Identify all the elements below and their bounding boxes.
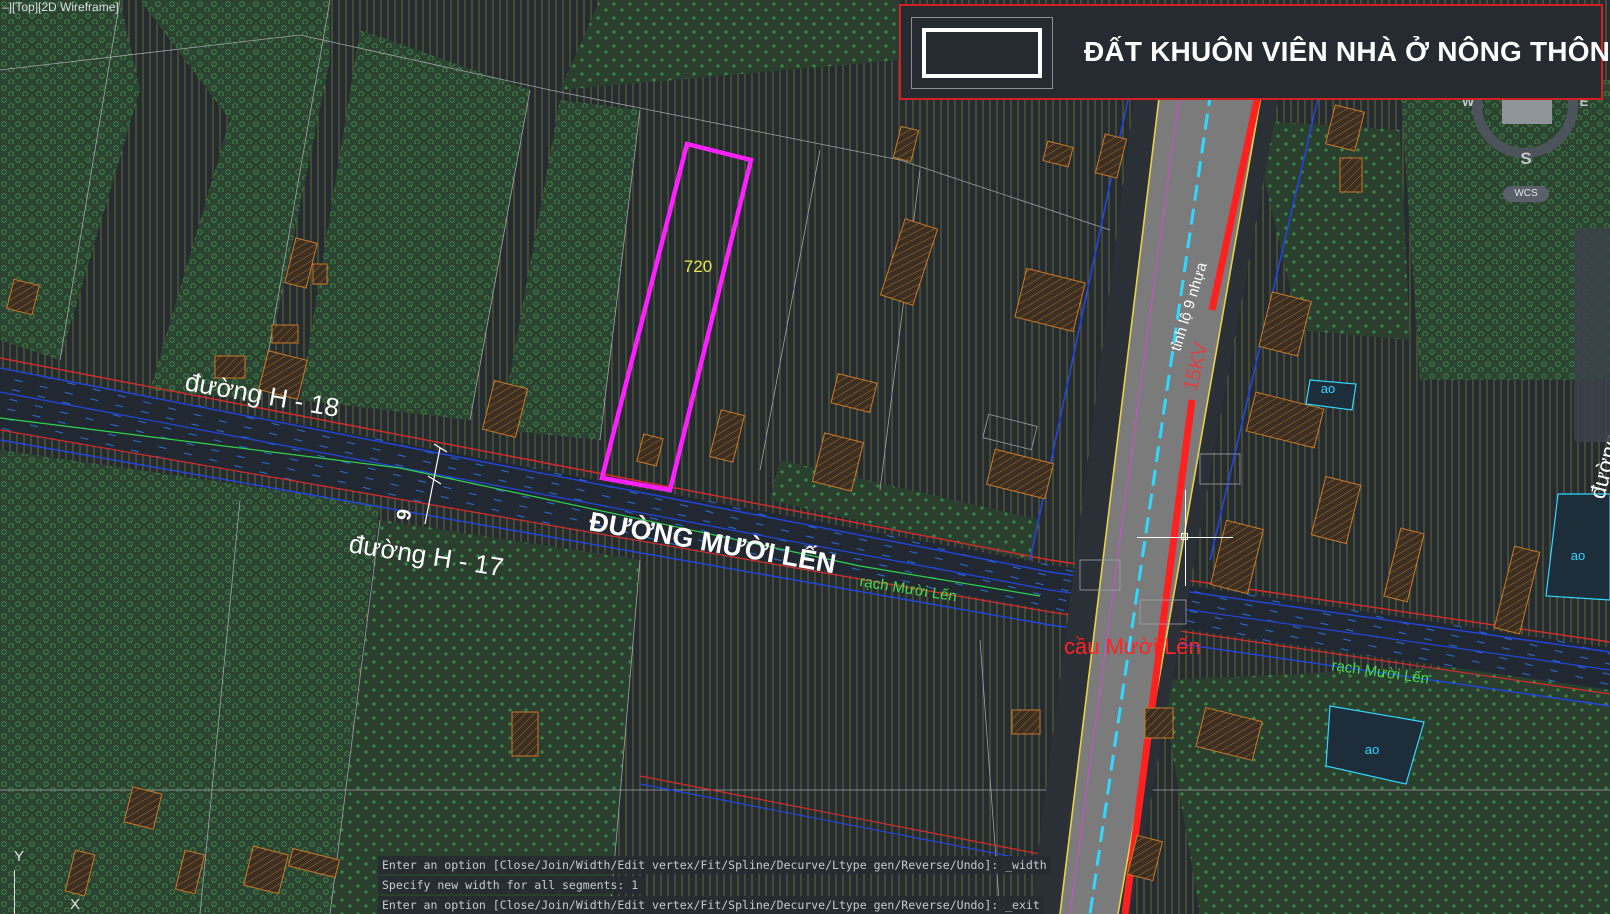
ucs-y-label: Y	[14, 848, 25, 865]
pond-label: ao	[1571, 548, 1585, 563]
ucs-icon-y-axis	[14, 870, 15, 914]
map-canvas[interactable]: 720 đường H - 18 đường H - 17 ĐƯỜNG MƯỜI…	[0, 0, 1610, 914]
cursor-pickbox	[1181, 533, 1188, 540]
cad-drawing-area[interactable]: 720 đường H - 18 đường H - 17 ĐƯỜNG MƯỜI…	[0, 0, 1610, 914]
wcs-menu-button[interactable]: WCS	[1503, 186, 1549, 202]
ucs-x-label: X	[70, 896, 81, 913]
command-history-line: Specify new width for all segments: 1	[378, 876, 643, 894]
pond-label: ao	[1365, 742, 1379, 757]
legend-label: ĐẤT KHUÔN VIÊN NHÀ Ở NÔNG THÔN	[1084, 36, 1610, 67]
legend-swatch	[911, 17, 1053, 89]
compass-south-label[interactable]: S	[1520, 149, 1531, 168]
bridge-label: cầu Mười Lến	[1064, 634, 1201, 659]
pond-label: ao	[1321, 381, 1335, 396]
navigation-bar[interactable]	[1574, 228, 1610, 442]
legend-swatch-symbol	[922, 28, 1042, 78]
parcel-number-label: 720	[684, 257, 712, 276]
legend-panel: ĐẤT KHUÔN VIÊN NHÀ Ở NÔNG THÔN	[899, 4, 1610, 100]
command-history-line: Enter an option [Close/Join/Width/Edit v…	[378, 896, 1044, 914]
command-history-line: Enter an option [Close/Join/Width/Edit v…	[378, 856, 1051, 874]
viewport-controls-label[interactable]: –][Top][2D Wireframe]	[0, 0, 121, 14]
